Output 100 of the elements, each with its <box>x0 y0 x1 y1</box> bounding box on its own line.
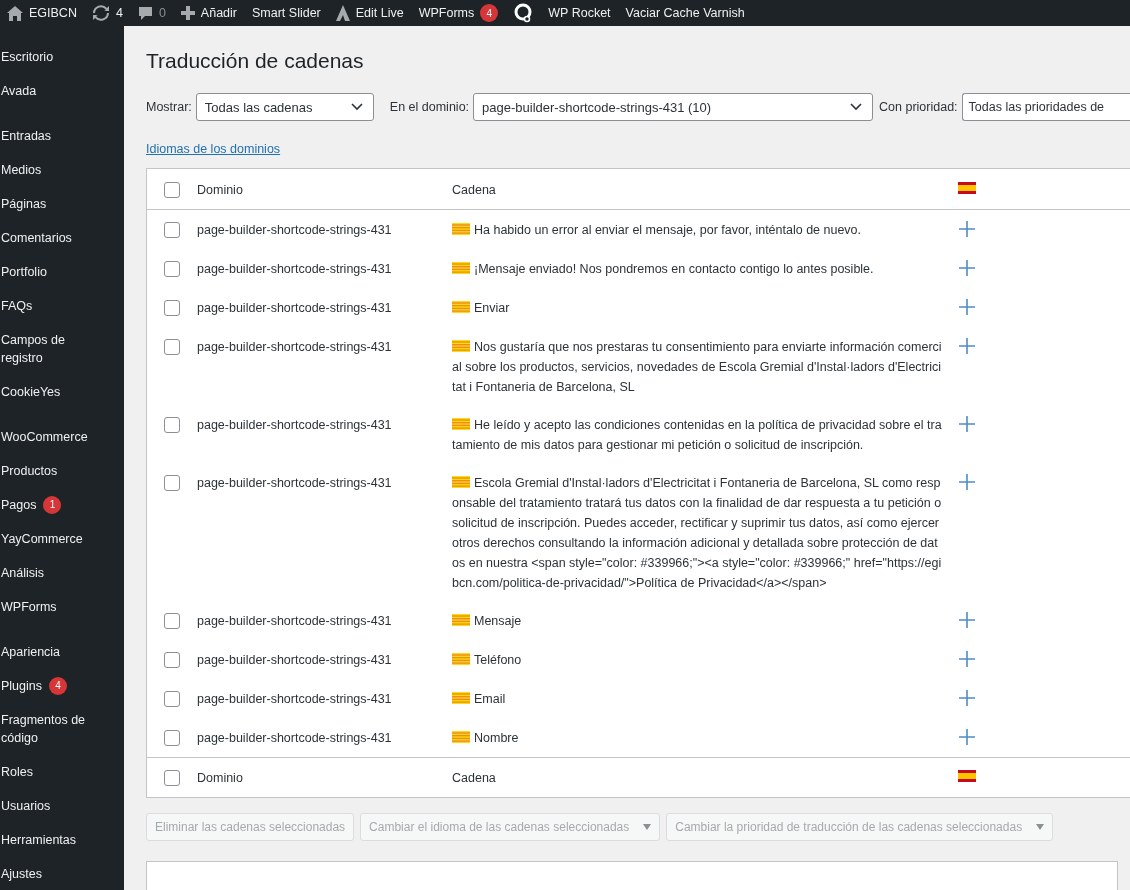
dropdown-arrow-icon <box>1036 824 1045 830</box>
sidebar-item[interactable]: Análisis <box>0 556 101 590</box>
spain-flag-icon <box>958 770 976 782</box>
add-translation-icon[interactable] <box>958 473 976 491</box>
admin-bar-label: WPForms <box>418 6 475 20</box>
string-cell: Teléfono <box>452 650 944 671</box>
filter-label: Mostrar: <box>146 100 192 114</box>
row-checkbox[interactable] <box>164 691 180 707</box>
string-cell-text: He leído y acepto las condiciones contenidas en la política de privacidad sobre el tratamiento de mis datos para gestionar mi petición o solicitud de inscripción. <box>452 417 943 454</box>
sidebar-item[interactable]: Roles <box>0 755 101 789</box>
catalan-flag-icon <box>452 614 470 626</box>
sidebar-item[interactable]: Avada <box>0 74 101 108</box>
row-checkbox[interactable] <box>164 613 180 629</box>
dropdown-arrow-icon <box>643 824 652 830</box>
page-title: Traducción de cadenas <box>146 49 365 73</box>
row-checkbox[interactable] <box>164 222 180 238</box>
catalan-flag-icon <box>452 692 470 704</box>
admin-bar-item[interactable]: Edit Live <box>335 5 413 21</box>
sidebar-item[interactable]: Entradas <box>0 119 101 153</box>
row-checkbox[interactable] <box>164 300 180 316</box>
row-checkbox[interactable] <box>164 417 180 433</box>
sidebar-item[interactable]: Escritorio <box>0 40 101 74</box>
sidebar-item[interactable]: Campos de registro <box>0 323 101 375</box>
add-translation-icon[interactable] <box>958 415 976 433</box>
catalan-flag-icon <box>452 653 470 665</box>
sidebar-item[interactable]: Plugins 4 <box>0 669 101 703</box>
column-header: Dominio <box>197 769 244 787</box>
sidebar-item[interactable]: WooCommerce <box>0 420 101 454</box>
add-translation-icon[interactable] <box>958 220 976 238</box>
select-all-checkbox[interactable] <box>164 181 180 198</box>
domain-cell-text: page-builder-shortcode-strings-431 <box>197 475 393 492</box>
admin-bar-item[interactable]: Añadir <box>180 6 246 20</box>
plus-icon <box>180 6 195 20</box>
refresh-icon <box>91 5 110 21</box>
add-translation-icon[interactable] <box>958 337 976 355</box>
sidebar-item[interactable]: Medios <box>0 153 101 187</box>
add-translation-icon[interactable] <box>958 611 976 629</box>
sidebar-item[interactable]: Fragmentos de código <box>0 703 101 755</box>
home-icon <box>7 5 23 21</box>
catalan-flag-icon <box>452 223 470 235</box>
row-checkbox[interactable] <box>164 339 180 355</box>
filter-select[interactable]: Todas las prioridades de <box>961 93 1130 121</box>
sidebar-item[interactable]: WPForms <box>0 590 101 624</box>
admin-bar-item[interactable]: 0 <box>137 5 175 21</box>
row-checkbox[interactable] <box>164 730 180 746</box>
admin-bar-label: 0 <box>158 6 166 20</box>
sidebar-item[interactable]: FAQs <box>0 289 101 323</box>
sidebar-item[interactable]: Usuarios <box>0 789 101 823</box>
domain-cell-text: page-builder-shortcode-strings-431 <box>197 300 393 317</box>
catalan-flag-icon <box>452 301 470 313</box>
add-translation-icon[interactable] <box>958 689 976 707</box>
add-translation-icon[interactable] <box>958 298 976 316</box>
sidebar-item[interactable]: Apariencia <box>0 635 101 669</box>
sidebar-item[interactable]: Productos <box>0 454 101 488</box>
filter-select[interactable]: page-builder-shortcode-strings-431 (10) <box>473 93 874 121</box>
sidebar-item[interactable]: Comentarios <box>0 221 101 255</box>
filter-label: En el dominio: <box>389 100 470 114</box>
domain-cell-text: page-builder-shortcode-strings-431 <box>197 730 393 747</box>
catalan-flag-icon <box>452 262 470 274</box>
sidebar-item[interactable]: CookieYes <box>0 375 101 409</box>
domain-cell-text: page-builder-shortcode-strings-431 <box>197 417 393 434</box>
add-translation-icon[interactable] <box>958 728 976 746</box>
sidebar-item[interactable]: Portfolio <box>0 255 101 289</box>
filter-select[interactable]: Todas las cadenas <box>195 93 374 121</box>
domain-cell-text: page-builder-shortcode-strings-431 <box>197 222 393 239</box>
chevron-icon <box>850 103 863 111</box>
count-badge: 4 <box>480 4 499 22</box>
comment-icon <box>137 5 153 21</box>
admin-bar-item[interactable]: WPForms 4 <box>418 4 508 22</box>
domain-cell-text: page-builder-shortcode-strings-431 <box>197 613 393 630</box>
row-checkbox[interactable] <box>164 652 180 668</box>
catalan-flag-icon <box>452 340 470 352</box>
count-badge: 1 <box>43 496 62 514</box>
string-cell: Mensaje <box>452 611 944 632</box>
row-checkbox[interactable] <box>164 261 180 277</box>
domain-languages-link[interactable]: Idiomas de los dominios <box>146 142 281 156</box>
add-translation-icon[interactable] <box>958 259 976 277</box>
admin-bar-item[interactable]: EGIBCN <box>7 5 86 21</box>
select-all-checkbox[interactable] <box>164 769 180 786</box>
column-header: Dominio <box>197 181 244 199</box>
domain-cell-text: page-builder-shortcode-strings-431 <box>197 261 393 278</box>
sidebar-item[interactable]: Herramientas <box>0 823 101 857</box>
catalan-flag-icon <box>452 731 470 743</box>
admin-bar-item[interactable]: 4 <box>91 5 132 21</box>
string-cell: Ha habido un error al enviar el mensaje, por favor, inténtalo de nuevo. <box>452 220 944 241</box>
row-checkbox[interactable] <box>164 475 180 491</box>
sidebar-item[interactable]: Páginas <box>0 187 101 221</box>
domain-cell-text: page-builder-shortcode-strings-431 <box>197 652 393 669</box>
q-logo-icon <box>513 3 534 23</box>
string-cell: Enviar <box>452 298 944 319</box>
column-header: Cadena <box>452 181 497 199</box>
add-translation-icon[interactable] <box>958 650 976 668</box>
count-badge: 4 <box>49 677 67 695</box>
string-cell: ¡Mensaje enviado! Nos pondremos en contacto contigo lo antes posible. <box>452 259 944 280</box>
string-cell-text: Nos gustaría que nos prestaras tu consentimiento para enviarte información comercial sobre los productos, servicios, novedades de Escola Gremial d'Instal·ladors d'Electricitat i Fontaneria de Barcelona, SL <box>452 339 943 396</box>
sidebar-item[interactable]: Pagos 1 <box>0 488 101 522</box>
sidebar-item[interactable]: Ajustes <box>0 857 101 890</box>
domain-cell-text: page-builder-shortcode-strings-431 <box>197 691 393 708</box>
string-cell: Nombre <box>452 728 944 749</box>
sidebar-item[interactable]: YayCommerce <box>0 522 101 556</box>
